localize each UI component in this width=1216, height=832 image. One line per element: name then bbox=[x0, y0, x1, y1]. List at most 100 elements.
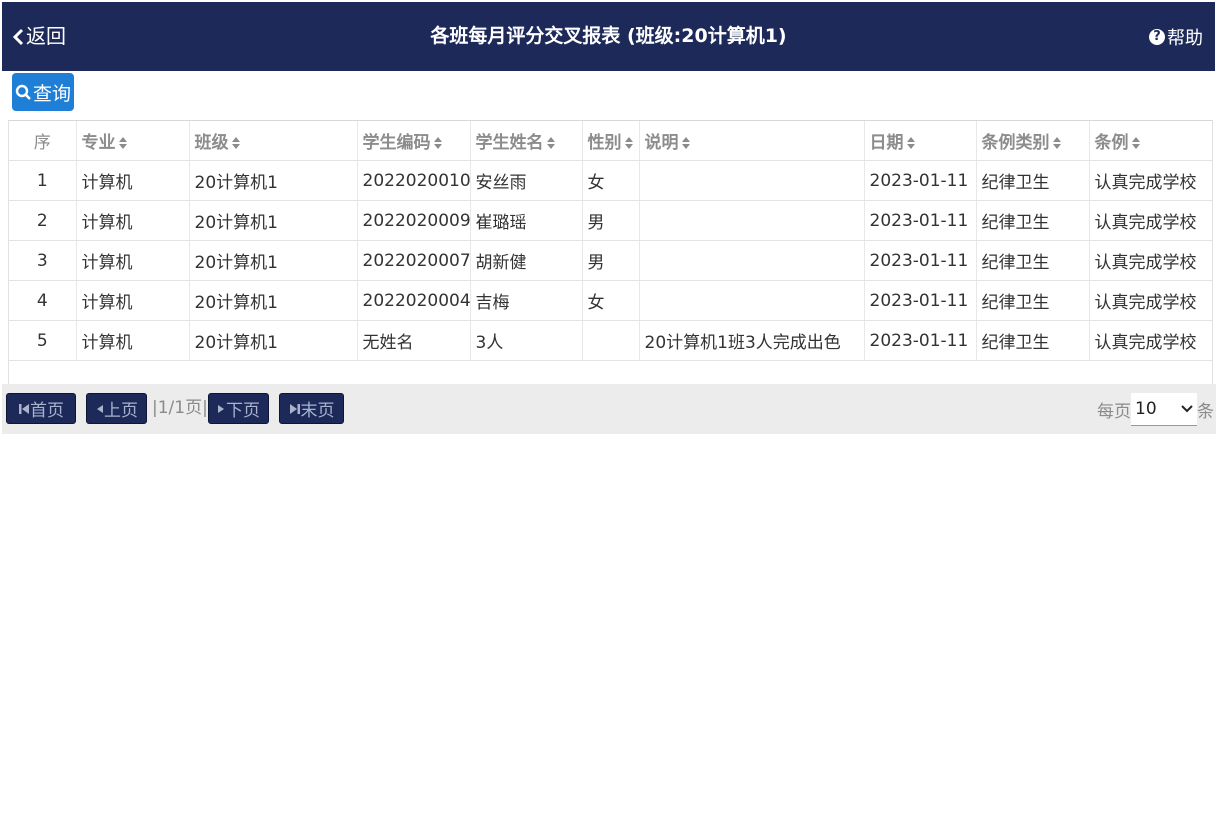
col-header-description[interactable]: 说明 bbox=[639, 121, 865, 161]
sort-icon bbox=[624, 137, 633, 149]
caret-left-icon bbox=[97, 404, 103, 413]
cell-date: 2023-01-11 bbox=[864, 200, 977, 241]
cell-class: 20计算机1 bbox=[189, 320, 358, 361]
chevron-down-icon bbox=[1181, 404, 1193, 412]
cell-description bbox=[639, 160, 865, 201]
top-bar: 返回 各班每月评分交叉报表 (班级:20计算机1) ? 帮助 bbox=[2, 2, 1215, 71]
col-header-rule-category[interactable]: 条例类别 bbox=[976, 121, 1090, 161]
cell-rule-category: 纪律卫生 bbox=[976, 240, 1090, 281]
page-title: 各班每月评分交叉报表 (班级:20计算机1) bbox=[430, 25, 787, 47]
cell-seq: 4 bbox=[9, 280, 77, 321]
cell-seq: 1 bbox=[9, 160, 77, 201]
cell-rule: 认真完成学校 bbox=[1089, 320, 1212, 361]
pagination-bar: 首页 上页 |1/1页| 下页 末页 每页 10 条 bbox=[2, 384, 1216, 434]
help-button[interactable]: ? 帮助 bbox=[1149, 2, 1203, 71]
cell-gender: 女 bbox=[582, 280, 640, 321]
cell-gender: 男 bbox=[582, 240, 640, 281]
cell-major: 计算机 bbox=[76, 240, 190, 281]
data-table: 序 专业 班级 学生编码 学生姓名 性别 说明 日期 条例类别 条例 1 计算机… bbox=[8, 120, 1213, 385]
page-info: |1/1页| bbox=[152, 398, 208, 418]
cell-student-code: 2022020004 bbox=[357, 280, 471, 321]
sort-icon bbox=[231, 137, 240, 149]
sort-icon bbox=[1052, 137, 1061, 149]
table-header-row: 序 专业 班级 学生编码 学生姓名 性别 说明 日期 条例类别 条例 bbox=[9, 121, 1212, 161]
cell-description bbox=[639, 240, 865, 281]
cell-student-name: 3人 bbox=[470, 320, 583, 361]
first-page-icon bbox=[19, 403, 29, 414]
cell-rule-category: 纪律卫生 bbox=[976, 280, 1090, 321]
col-header-date[interactable]: 日期 bbox=[864, 121, 977, 161]
per-page-select[interactable]: 10 bbox=[1131, 392, 1197, 426]
sort-icon bbox=[433, 137, 442, 149]
cell-gender: 女 bbox=[582, 160, 640, 201]
first-page-button[interactable]: 首页 bbox=[6, 393, 76, 424]
last-page-button[interactable]: 末页 bbox=[279, 393, 344, 424]
prev-page-button[interactable]: 上页 bbox=[86, 393, 147, 424]
cell-student-name: 胡新健 bbox=[470, 240, 583, 281]
cell-major: 计算机 bbox=[76, 280, 190, 321]
cell-rule: 认真完成学校 bbox=[1089, 240, 1212, 281]
table-row[interactable]: 3 计算机 20计算机1 2022020007 胡新健 男 2023-01-11… bbox=[9, 240, 1212, 281]
cell-major: 计算机 bbox=[76, 320, 190, 361]
help-label: 帮助 bbox=[1167, 27, 1203, 49]
sort-icon bbox=[681, 137, 690, 149]
question-circle-icon: ? bbox=[1149, 28, 1165, 45]
cell-class: 20计算机1 bbox=[189, 200, 358, 241]
cell-rule: 认真完成学校 bbox=[1089, 160, 1212, 201]
col-header-seq: 序 bbox=[9, 121, 77, 161]
cell-student-name: 安丝雨 bbox=[470, 160, 583, 201]
col-header-student-code[interactable]: 学生编码 bbox=[357, 121, 471, 161]
sort-icon bbox=[546, 137, 555, 149]
table-row[interactable]: 5 计算机 20计算机1 无姓名 3人 20计算机1班3人完成出色 2023-0… bbox=[9, 320, 1212, 361]
per-page-control: 每页 10 条 bbox=[1097, 392, 1214, 426]
sort-icon bbox=[1131, 137, 1140, 149]
cell-student-name: 吉梅 bbox=[470, 280, 583, 321]
cell-class: 20计算机1 bbox=[189, 280, 358, 321]
cell-gender bbox=[582, 320, 640, 361]
cell-rule-category: 纪律卫生 bbox=[976, 160, 1090, 201]
cell-date: 2023-01-11 bbox=[864, 280, 977, 321]
cell-class: 20计算机1 bbox=[189, 240, 358, 281]
col-header-gender[interactable]: 性别 bbox=[582, 121, 640, 161]
cell-date: 2023-01-11 bbox=[864, 320, 977, 361]
sort-icon bbox=[906, 137, 915, 149]
table-row[interactable]: 1 计算机 20计算机1 2022020010 安丝雨 女 2023-01-11… bbox=[9, 160, 1212, 201]
col-header-class[interactable]: 班级 bbox=[189, 121, 358, 161]
col-header-rule[interactable]: 条例 bbox=[1089, 121, 1212, 161]
per-page-prefix: 每页 bbox=[1097, 401, 1131, 422]
sort-icon bbox=[118, 137, 127, 149]
cell-date: 2023-01-11 bbox=[864, 160, 977, 201]
query-button[interactable]: 查询 bbox=[12, 73, 74, 111]
cell-student-code: 无姓名 bbox=[357, 320, 471, 361]
cell-description bbox=[639, 200, 865, 241]
col-header-student-name[interactable]: 学生姓名 bbox=[470, 121, 583, 161]
table-row[interactable]: 4 计算机 20计算机1 2022020004 吉梅 女 2023-01-11 … bbox=[9, 280, 1212, 321]
cell-major: 计算机 bbox=[76, 200, 190, 241]
last-page-icon bbox=[289, 403, 300, 414]
cell-description: 20计算机1班3人完成出色 bbox=[639, 320, 865, 361]
cell-major: 计算机 bbox=[76, 160, 190, 201]
caret-right-icon bbox=[218, 404, 224, 413]
per-page-suffix: 条 bbox=[1197, 401, 1214, 422]
cell-student-name: 崔璐瑶 bbox=[470, 200, 583, 241]
cell-seq: 5 bbox=[9, 320, 77, 361]
table-row[interactable]: 2 计算机 20计算机1 2022020009 崔璐瑶 男 2023-01-11… bbox=[9, 200, 1212, 241]
col-header-major[interactable]: 专业 bbox=[76, 121, 190, 161]
cell-date: 2023-01-11 bbox=[864, 240, 977, 281]
cell-gender: 男 bbox=[582, 200, 640, 241]
cell-rule: 认真完成学校 bbox=[1089, 280, 1212, 321]
next-page-button[interactable]: 下页 bbox=[208, 393, 269, 424]
cell-student-code: 2022020010 bbox=[357, 160, 471, 201]
search-icon bbox=[15, 84, 31, 100]
per-page-value: 10 bbox=[1135, 398, 1157, 419]
cell-student-code: 2022020009 bbox=[357, 200, 471, 241]
cell-description bbox=[639, 280, 865, 321]
cell-class: 20计算机1 bbox=[189, 160, 358, 201]
cell-rule-category: 纪律卫生 bbox=[976, 320, 1090, 361]
cell-student-code: 2022020007 bbox=[357, 240, 471, 281]
cell-seq: 2 bbox=[9, 200, 77, 241]
cell-seq: 3 bbox=[9, 240, 77, 281]
cell-rule-category: 纪律卫生 bbox=[976, 200, 1090, 241]
cell-rule: 认真完成学校 bbox=[1089, 200, 1212, 241]
query-label: 查询 bbox=[32, 82, 71, 105]
